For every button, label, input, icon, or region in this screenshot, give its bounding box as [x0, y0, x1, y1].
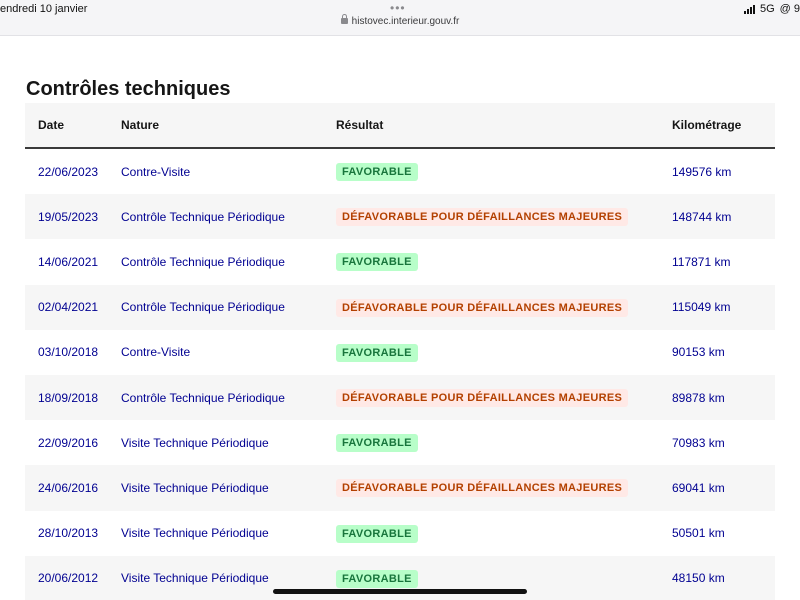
cell-result: FAVORABLE [336, 162, 672, 182]
cell-result: DÉFAVORABLE POUR DÉFAILLANCES MAJEURES [336, 478, 672, 498]
header-date: Date [38, 118, 65, 132]
table-row: 14/06/2021 Contrôle Technique Périodique F… [25, 239, 775, 284]
cell-mileage: 115049 km [672, 300, 731, 315]
status-badge: FAVORABLE [336, 343, 418, 362]
cell-nature: Contrôle Technique Périodique [121, 300, 285, 315]
cell-date: 22/09/2016 [38, 435, 99, 450]
cell-date: 24/06/2016 [38, 480, 99, 495]
table-row: 24/06/2016 Visite Technique Périodique DÉF… [25, 465, 775, 511]
cell-mileage: 48150 km [672, 571, 725, 586]
cell-result: FAVORABLE [336, 569, 672, 588]
cell-result: DÉFAVORABLE POUR DÉFAILLANCES MAJEURES [336, 388, 672, 408]
cell-result: FAVORABLE [336, 343, 672, 362]
network-label: 5G [759, 3, 775, 15]
cell-mileage: 70983 km [672, 435, 725, 450]
status-badge: FAVORABLE [336, 434, 418, 453]
status-extra: @ 9 [779, 3, 800, 15]
status-badge: DÉFAVORABLE POUR DÉFAILLANCES MAJEURES [336, 298, 629, 317]
cell-date: 18/09/2018 [38, 390, 99, 405]
cell-result: DÉFAVORABLE POUR DÉFAILLANCES MAJEURES [336, 207, 672, 227]
table-header: Date Nature Résultat Kilométrage [25, 103, 775, 149]
table-row: 18/09/2018 Contrôle Technique Périodique D… [25, 374, 775, 421]
cell-result: FAVORABLE [336, 433, 672, 453]
cell-nature: Contrôle Technique Périodique [121, 209, 285, 224]
page-title: Contrôles techniques [26, 78, 231, 100]
status-badge: FAVORABLE [336, 253, 418, 272]
status-badge: FAVORABLE [336, 163, 418, 182]
cell-date: 03/10/2018 [38, 345, 99, 360]
table-row: 02/04/2021 Contrôle Technique Périodique D… [25, 284, 775, 330]
table-body: 22/06/2023 Contre-Visite FAVORABLE 149576 k… [25, 149, 775, 600]
cell-nature: Visite Technique Périodique [121, 571, 269, 586]
cell-nature: Contrôle Technique Périodique [121, 390, 285, 405]
header-mileage: Kilométrage [672, 118, 742, 132]
home-indicator[interactable] [273, 589, 527, 594]
cell-mileage: 89878 km [672, 390, 725, 405]
cell-date: 28/10/2013 [38, 526, 99, 541]
cell-mileage: 50501 km [672, 526, 725, 541]
cell-date: 20/06/2012 [38, 571, 99, 586]
cell-mileage: 117871 km [672, 254, 731, 269]
status-datetime: endredi 10 janvier [0, 3, 88, 15]
table-row: 22/06/2023 Contre-Visite FAVORABLE 149576 k… [25, 149, 775, 194]
cell-nature: Visite Technique Périodique [121, 435, 269, 450]
table-row: 03/10/2018 Contre-Visite FAVORABLE 90153 km [25, 330, 775, 375]
header-nature: Nature [121, 118, 160, 132]
tab-menu-dots-icon[interactable]: ••• [390, 1, 406, 15]
cell-nature: Visite Technique Périodique [121, 480, 269, 495]
status-indicators: 5G @ 9 [743, 3, 800, 15]
cell-mileage: 69041 km [672, 480, 725, 495]
cell-result: DÉFAVORABLE POUR DÉFAILLANCES MAJEURES [336, 298, 672, 317]
table-row: 28/10/2013 Visite Technique Périodique FAV… [25, 511, 775, 556]
cell-mileage: 149576 km [672, 164, 732, 179]
cell-mileage: 148744 km [672, 209, 732, 224]
address-bar[interactable]: histovec.interieur.gouv.fr [0, 14, 800, 27]
table-row: 22/09/2016 Visite Technique Périodique FAV… [25, 420, 775, 465]
cell-date: 19/05/2023 [38, 209, 99, 224]
status-badge: FAVORABLE [336, 569, 418, 588]
cell-nature: Contre-Visite [121, 164, 191, 179]
cell-mileage: 90153 km [672, 345, 725, 360]
header-result: Résultat [336, 118, 384, 132]
inspections-table: Date Nature Résultat Kilométrage 22/06/2… [25, 103, 775, 600]
status-badge: DÉFAVORABLE POUR DÉFAILLANCES MAJEURES [336, 479, 629, 498]
cell-nature: Visite Technique Périodique [121, 526, 269, 541]
cell-nature: Contrôle Technique Périodique [121, 254, 285, 269]
cell-date: 22/06/2023 [38, 164, 99, 179]
status-badge: FAVORABLE [336, 524, 418, 543]
cell-date: 02/04/2021 [38, 300, 99, 315]
signal-icon [743, 4, 755, 14]
cell-result: FAVORABLE [336, 252, 672, 272]
url-text: histovec.interieur.gouv.fr [351, 16, 460, 27]
status-badge: DÉFAVORABLE POUR DÉFAILLANCES MAJEURES [336, 389, 629, 408]
cell-date: 14/06/2021 [38, 254, 99, 269]
table-row: 19/05/2023 Contrôle Technique Périodique D… [25, 194, 775, 240]
cell-result: FAVORABLE [336, 524, 672, 543]
browser-status-bar: endredi 10 janvier ••• 5G @ 9 histovec.i… [0, 0, 800, 36]
status-badge: DÉFAVORABLE POUR DÉFAILLANCES MAJEURES [336, 208, 629, 227]
lock-icon [340, 14, 348, 24]
cell-nature: Contre-Visite [121, 345, 191, 360]
